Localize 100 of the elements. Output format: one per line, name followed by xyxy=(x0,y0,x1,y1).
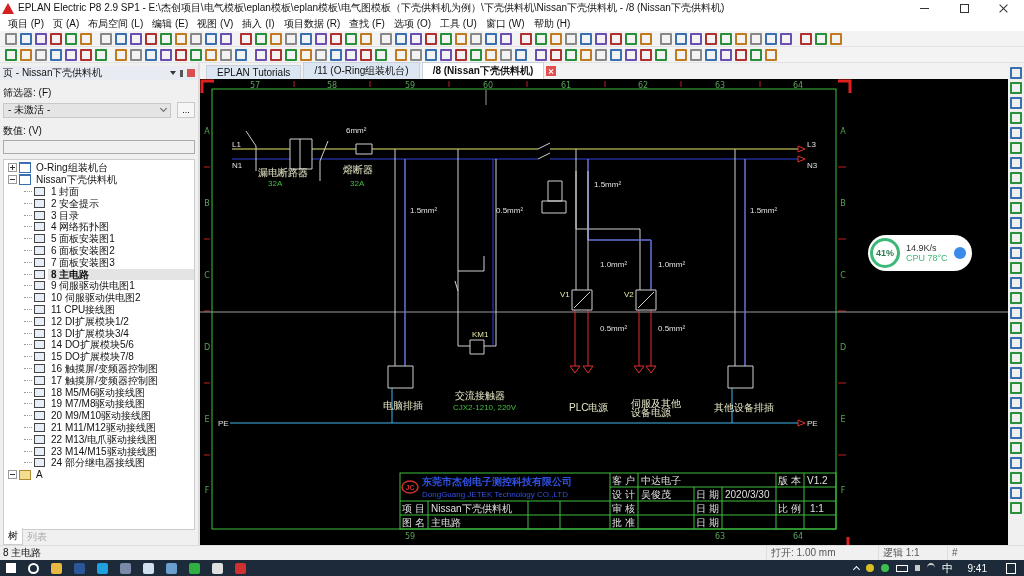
tool-icon[interactable] xyxy=(1010,292,1022,304)
tool-icon[interactable] xyxy=(485,48,497,61)
tool-icon[interactable] xyxy=(190,48,202,61)
tool-icon[interactable] xyxy=(1010,337,1022,349)
tool-icon[interactable] xyxy=(255,32,267,45)
tool-icon[interactable] xyxy=(190,32,202,45)
tool-icon[interactable] xyxy=(610,48,622,61)
tool-icon[interactable] xyxy=(1010,472,1022,484)
tool-icon[interactable] xyxy=(440,48,452,61)
tool-icon[interactable] xyxy=(425,32,437,45)
tool-icon[interactable] xyxy=(375,48,387,61)
tool-icon[interactable] xyxy=(115,48,127,61)
tool-icon[interactable] xyxy=(1010,247,1022,259)
tool-icon[interactable] xyxy=(500,48,512,61)
collapse-icon[interactable] xyxy=(8,175,17,185)
tool-icon[interactable] xyxy=(1010,457,1022,469)
tool-icon[interactable] xyxy=(410,32,422,45)
tool-icon[interactable] xyxy=(660,32,672,45)
tray-app-icon[interactable] xyxy=(865,564,874,572)
tool-icon[interactable] xyxy=(640,32,652,45)
tree-item[interactable]: 3 目录 xyxy=(48,209,83,221)
windows-start-icon[interactable] xyxy=(6,563,16,573)
tool-icon[interactable] xyxy=(735,32,747,45)
menu-item[interactable]: 布局空间 (L) xyxy=(85,16,150,31)
tool-icon[interactable] xyxy=(485,32,497,45)
tree-item[interactable]: 12 DI扩展模块1/2 xyxy=(48,315,132,327)
tree-item[interactable]: 23 M14/M15驱动接线图 xyxy=(48,445,160,457)
tool-icon[interactable] xyxy=(565,32,577,45)
tool-icon[interactable] xyxy=(595,32,607,45)
tool-icon[interactable] xyxy=(395,48,407,61)
tool-icon[interactable] xyxy=(765,48,777,61)
tool-icon[interactable] xyxy=(270,32,282,45)
tool-icon[interactable] xyxy=(285,48,297,61)
tool-icon[interactable] xyxy=(750,48,762,61)
tree-item[interactable]: 4 网络拓扑图 xyxy=(48,221,113,233)
tool-icon[interactable] xyxy=(800,32,812,45)
tool-icon[interactable] xyxy=(1010,82,1022,94)
tree-item[interactable]: 13 DI扩展模块3/4 xyxy=(48,327,132,339)
tool-icon[interactable] xyxy=(705,32,717,45)
tool-icon[interactable] xyxy=(1010,382,1022,394)
tool-icon[interactable] xyxy=(690,32,702,45)
tool-icon[interactable] xyxy=(360,32,372,45)
tool-icon[interactable] xyxy=(1010,427,1022,439)
tool-icon[interactable] xyxy=(220,48,232,61)
value-field[interactable] xyxy=(3,140,195,154)
tool-icon[interactable] xyxy=(595,48,607,61)
tool-icon[interactable] xyxy=(535,32,547,45)
tool-icon[interactable] xyxy=(720,48,732,61)
tool-icon[interactable] xyxy=(50,48,62,61)
menu-item[interactable]: 视图 (V) xyxy=(194,16,240,31)
tool-icon[interactable] xyxy=(470,32,482,45)
tool-icon[interactable] xyxy=(330,48,342,61)
tree-item[interactable]: 2 安全提示 xyxy=(48,197,103,209)
tool-icon[interactable] xyxy=(750,32,762,45)
tree-item[interactable]: 15 DO扩展模块7/8 xyxy=(48,351,137,363)
menu-item[interactable]: 窗口 (W) xyxy=(482,16,531,31)
input-method-indicator[interactable]: 中 xyxy=(941,560,953,576)
tool-icon[interactable] xyxy=(145,32,157,45)
tool-icon[interactable] xyxy=(1010,202,1022,214)
tool-icon[interactable] xyxy=(255,48,267,61)
menu-item[interactable]: 页 (A) xyxy=(50,16,86,31)
tree-item[interactable]: A xyxy=(33,469,46,481)
menu-item[interactable]: 选项 (O) xyxy=(390,16,438,31)
tool-icon[interactable] xyxy=(520,32,532,45)
tool-icon[interactable] xyxy=(565,48,577,61)
tree-item[interactable]: 5 面板安装图1 xyxy=(48,233,118,245)
tool-icon[interactable] xyxy=(470,48,482,61)
tool-icon[interactable] xyxy=(100,32,112,45)
tool-icon[interactable] xyxy=(80,48,92,61)
tool-icon[interactable] xyxy=(1010,97,1022,109)
tool-icon[interactable] xyxy=(115,32,127,45)
tool-icon[interactable] xyxy=(5,48,17,61)
tool-icon[interactable] xyxy=(220,32,232,45)
tool-icon[interactable] xyxy=(1010,112,1022,124)
document-tab[interactable]: EPLAN Tutorials xyxy=(206,65,302,79)
document-tab[interactable]: /8 (Nissan下壳供料机) xyxy=(421,62,545,79)
tool-icon[interactable] xyxy=(315,32,327,45)
pin-icon[interactable] xyxy=(180,69,183,77)
collapse-icon[interactable] xyxy=(8,470,17,480)
tool-icon[interactable] xyxy=(315,48,327,61)
tree-item[interactable]: 20 M9/M10驱动接线图 xyxy=(48,410,155,422)
tree-item[interactable]: 11 CPU接线图 xyxy=(48,303,119,315)
tool-icon[interactable] xyxy=(50,32,62,45)
tree-item[interactable]: 16 触摸屏/变频器控制图 xyxy=(48,362,161,374)
app-icon[interactable] xyxy=(97,562,108,574)
tree-item[interactable]: 18 M5/M6驱动接线图 xyxy=(48,386,149,398)
tree-item[interactable]: 7 面板安装图3 xyxy=(48,256,118,268)
tool-icon[interactable] xyxy=(1010,412,1022,424)
tool-icon[interactable] xyxy=(300,48,312,61)
tree-item[interactable]: 1 封面 xyxy=(48,186,83,197)
tree-item[interactable]: 8 主电路 xyxy=(48,268,194,280)
tool-icon[interactable] xyxy=(5,32,17,45)
tool-icon[interactable] xyxy=(270,48,282,61)
tool-icon[interactable] xyxy=(655,48,667,61)
tool-icon[interactable] xyxy=(625,48,637,61)
tool-icon[interactable] xyxy=(625,32,637,45)
battery-icon[interactable] xyxy=(895,564,908,572)
tool-icon[interactable] xyxy=(1010,172,1022,184)
tool-icon[interactable] xyxy=(455,32,467,45)
tool-icon[interactable] xyxy=(145,48,157,61)
